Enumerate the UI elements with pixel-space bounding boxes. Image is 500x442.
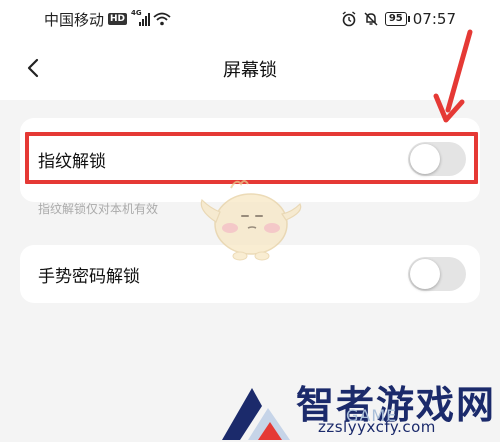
- wifi-icon: [153, 12, 171, 26]
- app-header: 屏幕锁: [0, 36, 500, 100]
- status-right: 95 07:57: [341, 9, 456, 29]
- gesture-label: 手势密码解锁: [38, 266, 140, 287]
- signal-icon: 4G: [131, 9, 151, 26]
- annotation-arrow: [433, 29, 473, 123]
- toggle-knob: [410, 144, 440, 174]
- fingerprint-toggle[interactable]: [408, 142, 466, 176]
- status-left: 中国移动 HD 4G: [44, 9, 171, 29]
- toggle-knob: [410, 259, 440, 289]
- watermark-logo: [222, 388, 290, 440]
- status-bar: 中国移动 HD 4G 95 07:57: [0, 0, 500, 36]
- fingerprint-hint: 指纹解锁仅对本机有效: [38, 202, 159, 216]
- page-title: 屏幕锁: [223, 60, 277, 81]
- fingerprint-label: 指纹解锁: [38, 151, 106, 172]
- network-type: 4G: [131, 9, 142, 17]
- alarm-icon: [342, 11, 356, 27]
- carrier-name: 中国移动: [44, 10, 105, 29]
- battery-level: 95: [388, 13, 403, 24]
- watermark-url: zzslyyxcfy.com: [318, 418, 436, 436]
- battery-icon: 95: [384, 12, 410, 26]
- mascot-watermark: [200, 180, 302, 261]
- gesture-toggle[interactable]: [408, 257, 466, 291]
- status-time: 07:57: [412, 10, 456, 28]
- hd-badge: HD: [108, 13, 128, 25]
- mute-icon: [364, 12, 378, 26]
